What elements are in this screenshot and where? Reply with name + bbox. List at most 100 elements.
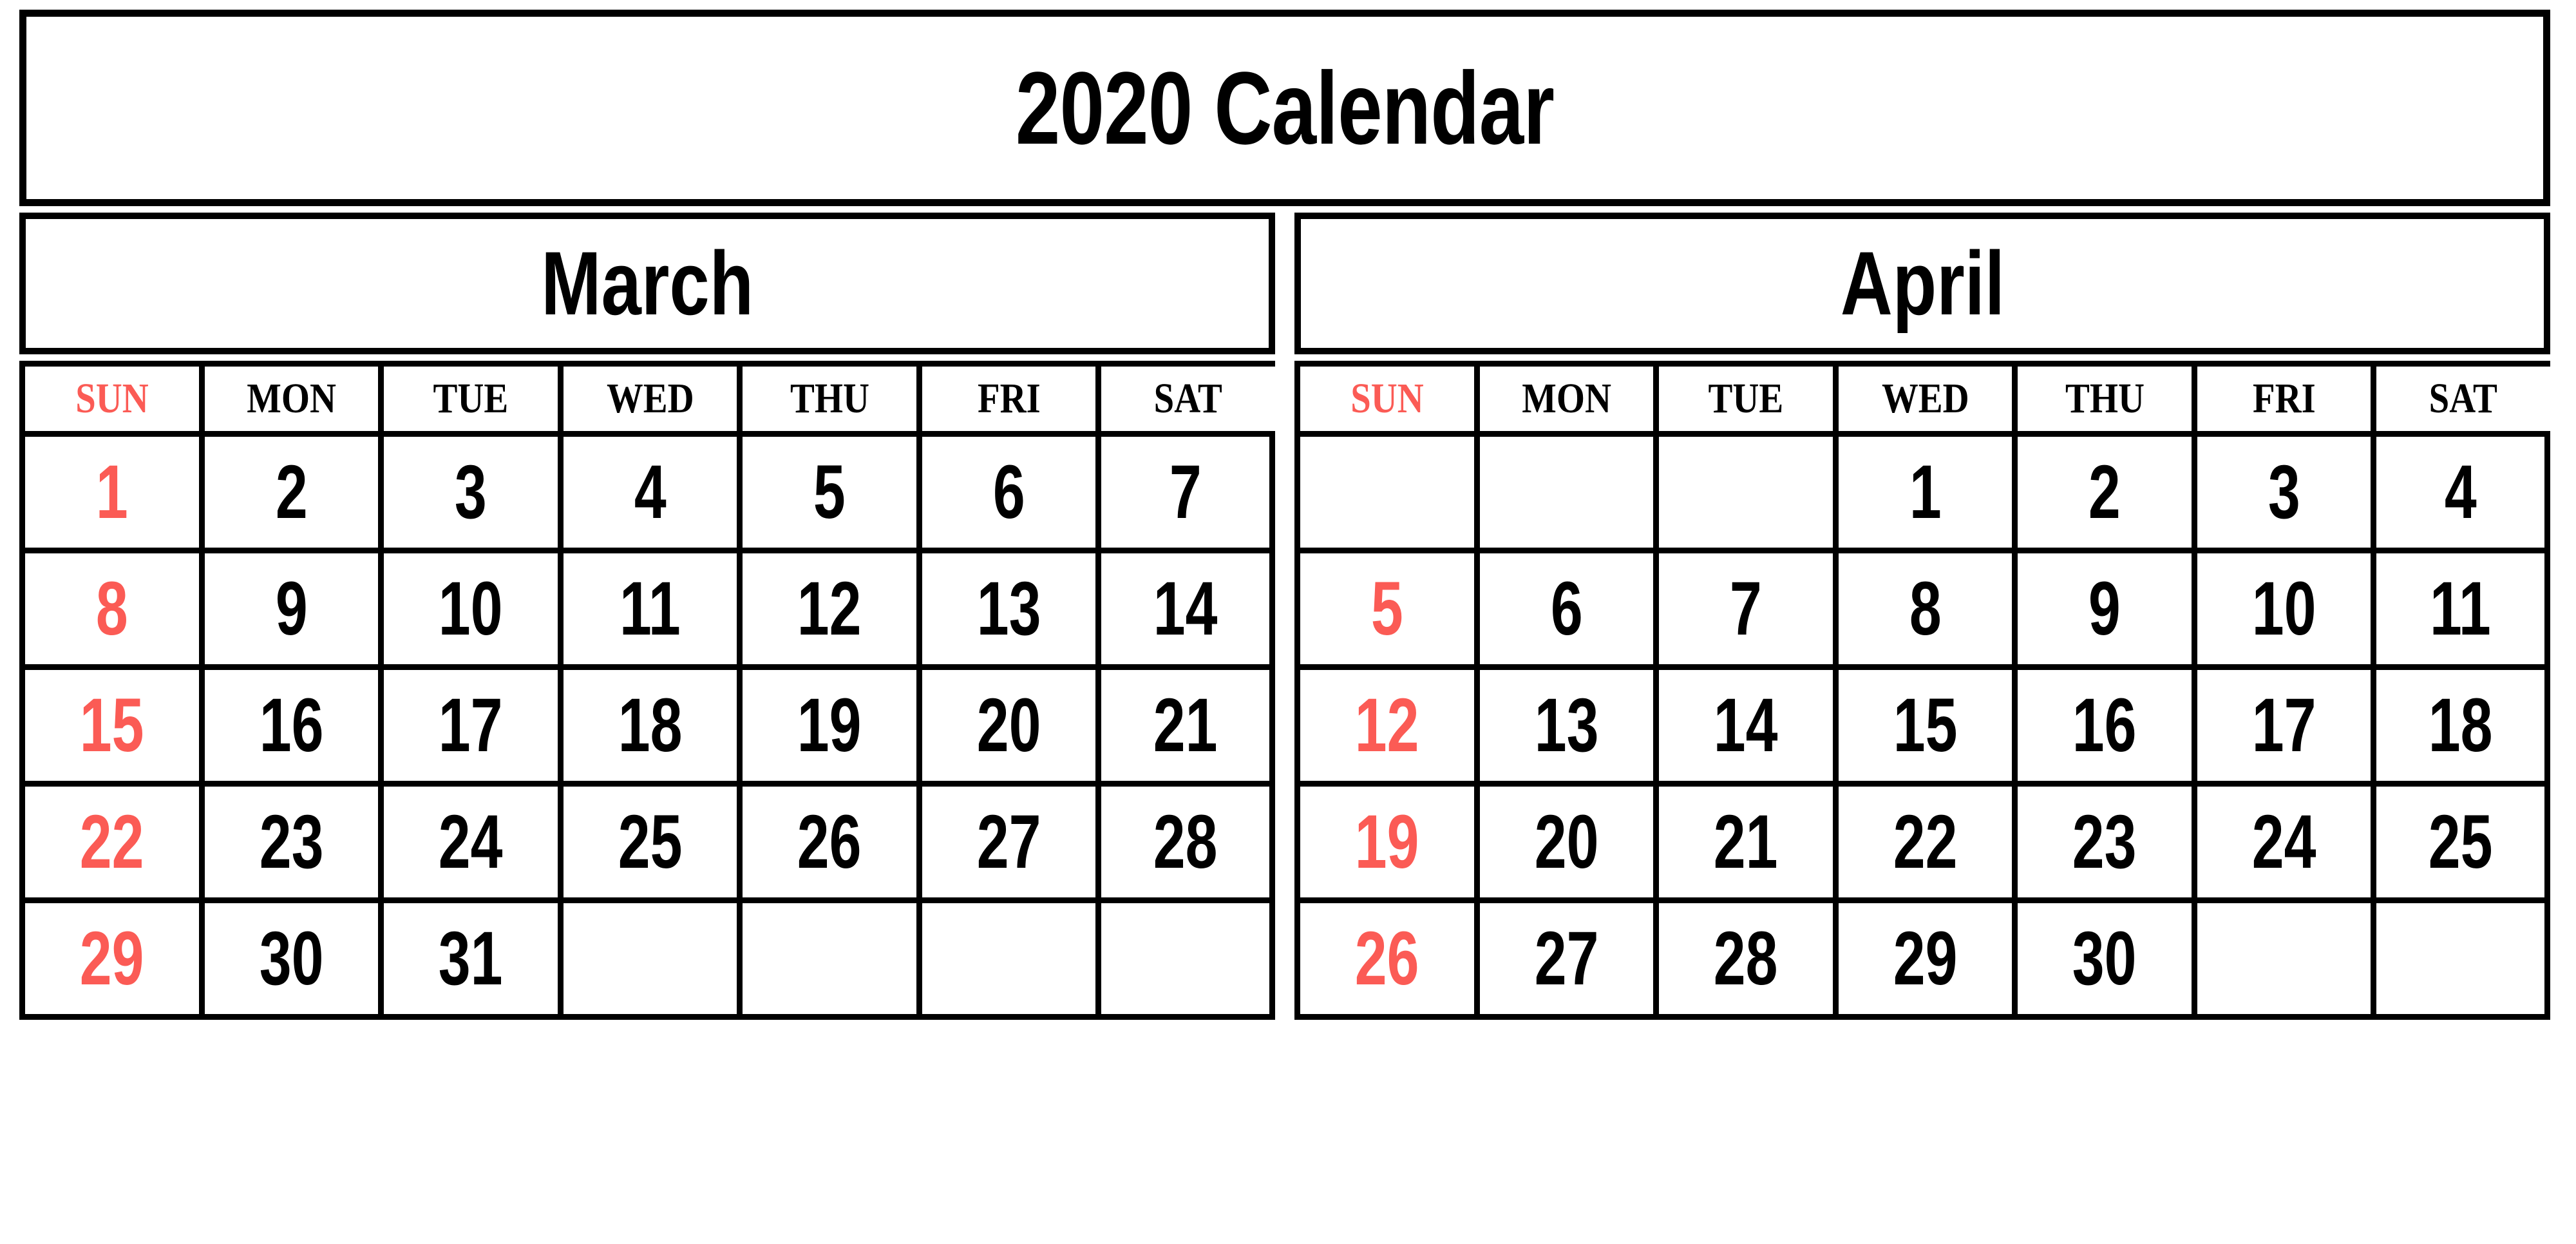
date-number: 23 — [259, 799, 324, 885]
date-cell[interactable]: 27 — [1473, 903, 1654, 1020]
weekday-header-cell: FRI — [916, 361, 1096, 437]
date-cell[interactable]: 17 — [378, 670, 558, 787]
date-cell-empty — [2191, 903, 2371, 1020]
date-cell[interactable]: 26 — [1294, 903, 1474, 1020]
date-number: 5 — [813, 450, 846, 535]
date-cell[interactable]: 27 — [916, 787, 1096, 903]
date-cell-empty — [737, 903, 916, 1020]
date-cell[interactable]: 15 — [1832, 670, 2012, 787]
date-cell[interactable]: 29 — [1832, 903, 2012, 1020]
month-name-label: April — [1840, 233, 2005, 334]
date-cell[interactable]: 30 — [198, 903, 379, 1020]
date-cell[interactable]: 28 — [1653, 903, 1833, 1020]
date-cell[interactable]: 4 — [2371, 437, 2550, 553]
date-cell[interactable]: 9 — [2012, 553, 2192, 670]
date-cell[interactable]: 9 — [198, 553, 379, 670]
date-cell[interactable]: 12 — [737, 553, 916, 670]
date-number: 29 — [79, 916, 144, 1001]
date-cell[interactable]: 4 — [557, 437, 737, 553]
date-cell-empty — [1473, 437, 1654, 553]
date-cell[interactable]: 31 — [378, 903, 558, 1020]
date-number: 2 — [2088, 450, 2121, 535]
weekday-label-fri: FRI — [977, 375, 1041, 422]
date-cell[interactable]: 21 — [1653, 787, 1833, 903]
date-number: 13 — [1534, 683, 1599, 768]
date-cell[interactable]: 28 — [1095, 787, 1275, 903]
date-cell[interactable]: 13 — [916, 553, 1096, 670]
date-cell[interactable]: 25 — [2371, 787, 2550, 903]
date-number: 12 — [797, 566, 862, 651]
date-cell[interactable]: 14 — [1653, 670, 1833, 787]
weekday-header-cell: THU — [2012, 361, 2192, 437]
date-cell[interactable]: 1 — [19, 437, 199, 553]
weekday-header-cell: FRI — [2191, 361, 2371, 437]
date-cell[interactable]: 3 — [378, 437, 558, 553]
date-cell-empty — [2371, 903, 2550, 1020]
date-cell[interactable]: 19 — [1294, 787, 1474, 903]
date-cell[interactable]: 22 — [1832, 787, 2012, 903]
date-cell[interactable]: 12 — [1294, 670, 1474, 787]
date-cell[interactable]: 7 — [1095, 437, 1275, 553]
date-cell[interactable]: 11 — [557, 553, 737, 670]
date-number: 25 — [618, 799, 683, 885]
date-cell[interactable]: 11 — [2371, 553, 2550, 670]
date-cell[interactable]: 10 — [378, 553, 558, 670]
date-cell[interactable]: 16 — [2012, 670, 2192, 787]
date-cell[interactable]: 21 — [1095, 670, 1275, 787]
date-number: 9 — [275, 566, 308, 651]
date-cell[interactable]: 3 — [2191, 437, 2371, 553]
date-cell[interactable]: 16 — [198, 670, 379, 787]
date-cell[interactable]: 20 — [1473, 787, 1654, 903]
date-cell-empty — [557, 903, 737, 1020]
date-cell[interactable]: 18 — [2371, 670, 2550, 787]
date-number: 19 — [797, 683, 862, 768]
date-grid-april: SUN MON TUE WED THU FRI SAT 1 2 3 4 5 6 7 8 9 10 11 12 13 14… — [1294, 361, 2550, 1020]
weekday-label-tue: TUE — [1708, 375, 1784, 422]
date-cell[interactable]: 22 — [19, 787, 199, 903]
date-number: 10 — [439, 566, 503, 651]
date-cell[interactable]: 15 — [19, 670, 199, 787]
date-cell[interactable]: 23 — [198, 787, 379, 903]
date-cell[interactable]: 2 — [198, 437, 379, 553]
date-number: 26 — [797, 799, 862, 885]
date-cell[interactable]: 5 — [737, 437, 916, 553]
date-cell[interactable]: 29 — [19, 903, 199, 1020]
date-cell[interactable]: 8 — [1832, 553, 2012, 670]
weekday-label-thu: THU — [790, 375, 869, 422]
page-title: 2020 Calendar — [1015, 50, 1555, 166]
date-cell[interactable]: 1 — [1832, 437, 2012, 553]
date-cell[interactable]: 25 — [557, 787, 737, 903]
date-cell[interactable]: 6 — [916, 437, 1096, 553]
date-cell[interactable]: 30 — [2012, 903, 2192, 1020]
date-cell[interactable]: 23 — [2012, 787, 2192, 903]
date-cell[interactable]: 18 — [557, 670, 737, 787]
date-cell[interactable]: 5 — [1294, 553, 1474, 670]
date-cell[interactable]: 2 — [2012, 437, 2192, 553]
weekday-header-cell: SAT — [1095, 361, 1275, 437]
date-cell[interactable]: 24 — [2191, 787, 2371, 903]
date-cell[interactable]: 20 — [916, 670, 1096, 787]
weekday-label-sat: SAT — [1154, 375, 1223, 422]
date-cell-empty — [916, 903, 1096, 1020]
date-cell[interactable]: 10 — [2191, 553, 2371, 670]
date-number: 20 — [976, 683, 1041, 768]
date-cell[interactable]: 6 — [1473, 553, 1654, 670]
date-cell-empty — [1653, 437, 1833, 553]
date-cell[interactable]: 17 — [2191, 670, 2371, 787]
date-number: 21 — [1714, 799, 1778, 885]
date-number: 31 — [439, 916, 503, 1001]
date-cell[interactable]: 7 — [1653, 553, 1833, 670]
date-cell[interactable]: 14 — [1095, 553, 1275, 670]
calendar-root: 2020 Calendar March SUN MON TUE WED THU FRI SA… — [0, 0, 2576, 1244]
date-number: 22 — [1893, 799, 1958, 885]
date-number: 4 — [2444, 450, 2477, 535]
months-container: March SUN MON TUE WED THU FRI SAT 1 2 3 4 5 6 7 8 9 10 11… — [19, 213, 2550, 1020]
date-cell[interactable]: 24 — [378, 787, 558, 903]
date-number: 10 — [2251, 566, 2316, 651]
date-cell[interactable]: 13 — [1473, 670, 1654, 787]
date-cell[interactable]: 26 — [737, 787, 916, 903]
date-number: 6 — [1550, 566, 1583, 651]
date-cell[interactable]: 8 — [19, 553, 199, 670]
date-cell[interactable]: 19 — [737, 670, 916, 787]
date-grid-march: SUN MON TUE WED THU FRI SAT 1 2 3 4 5 6 7 8 9 10 11 12 13 14… — [19, 361, 1275, 1020]
